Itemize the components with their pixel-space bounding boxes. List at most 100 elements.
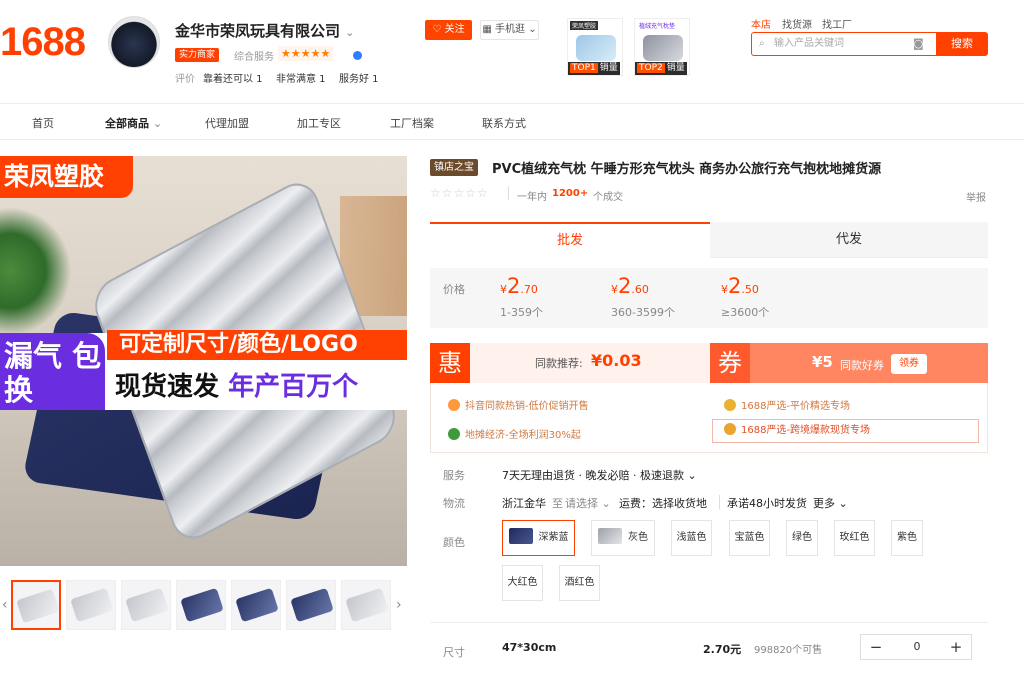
- price-tier: ¥2.50: [721, 274, 759, 298]
- logistics-to: 至: [552, 497, 563, 510]
- nav-contact[interactable]: 联系方式: [482, 115, 526, 131]
- store-name[interactable]: 金华市荣凤玩具有限公司 ⌄: [175, 20, 354, 41]
- chevron-down-icon[interactable]: ⌄: [345, 26, 354, 39]
- eval-tag: 靠着还可以 1: [203, 74, 263, 85]
- store-avatar[interactable]: [108, 16, 160, 68]
- freight-text: 运费：选择收货地: [619, 497, 707, 510]
- fast-ship-text: 现货速发 年产百万个: [115, 372, 359, 402]
- bear-icon: [724, 423, 736, 435]
- nav-find-factory[interactable]: 找工厂: [822, 16, 852, 31]
- top-label: TOP1 销量: [568, 62, 620, 75]
- similar-label: 同款推荐:: [535, 357, 583, 370]
- tab-dropship[interactable]: 代发: [710, 222, 988, 258]
- nav-factory-profile[interactable]: 工厂档案: [390, 115, 434, 131]
- info-icon[interactable]: [353, 51, 362, 60]
- coupon-icon: 券: [710, 343, 750, 383]
- color-swatch: [508, 528, 533, 544]
- search-button[interactable]: 搜索: [936, 32, 988, 56]
- product-tag: 镇店之宝: [430, 159, 478, 176]
- color-option[interactable]: 大红色: [502, 565, 543, 601]
- strength-badge: 实力商家: [175, 48, 220, 62]
- top-label: TOP2 销量: [635, 62, 687, 75]
- custom-banner: 可定制尺寸/颜色/LOGO: [107, 330, 407, 360]
- nav-processing[interactable]: 加工专区: [297, 115, 341, 131]
- size-value: 47*30cm: [502, 641, 557, 654]
- gallery-thumb[interactable]: [66, 580, 116, 630]
- promo-link[interactable]: 抖音同款热销-低价促销开售: [448, 397, 589, 412]
- follow-button[interactable]: ♡ 关注: [425, 20, 472, 40]
- deal-unit: 个成交: [593, 192, 623, 203]
- nav-home[interactable]: 首页: [32, 115, 54, 131]
- top-product-2[interactable]: 植绒充气枕垫 TOP2 销量: [634, 18, 690, 76]
- search-input[interactable]: 输入产品关键词: [751, 32, 937, 56]
- tab-wholesale[interactable]: 批发: [430, 222, 710, 258]
- promo-link[interactable]: 1688严选-平价精选专场: [724, 397, 850, 412]
- gallery-thumb[interactable]: [11, 580, 61, 630]
- report-link[interactable]: 举报: [966, 189, 986, 204]
- color-option[interactable]: 绿色: [786, 520, 818, 556]
- similar-price: ¥0.03: [591, 351, 642, 370]
- search-icon: ⌕: [759, 38, 765, 49]
- eval-label: 评价: [175, 74, 195, 85]
- quantity-stepper: − 0 +: [860, 634, 972, 660]
- price-range: 1-359个: [500, 306, 543, 319]
- promo-link[interactable]: 地摊经济-全场利润30%起: [448, 426, 581, 441]
- site-logo[interactable]: 1688: [0, 20, 86, 65]
- price-tier: ¥2.70: [500, 274, 538, 298]
- camera-icon[interactable]: ◙: [913, 37, 924, 50]
- gallery-thumb[interactable]: [231, 580, 281, 630]
- coupon-label: 同款好券: [840, 359, 884, 372]
- nav-all-products[interactable]: 全部商品 ⌄: [105, 115, 162, 131]
- color-option[interactable]: 酒红色: [559, 565, 600, 601]
- thumb-tag: 荣凤塑胶: [570, 21, 599, 30]
- color-option[interactable]: 玫红色: [834, 520, 875, 556]
- service-text[interactable]: 7天无理由退货 · 晚发必赔 · 极速退款 ⌄: [502, 467, 697, 483]
- mobile-button[interactable]: ▦ 手机逛 ⌄: [480, 20, 539, 40]
- color-option[interactable]: 浅蓝色: [671, 520, 712, 556]
- qr-icon: ▦: [482, 24, 492, 35]
- price-range: ≥3600个: [721, 306, 770, 319]
- divider: [0, 103, 1024, 104]
- gallery-thumb[interactable]: [286, 580, 336, 630]
- gallery-thumb[interactable]: [176, 580, 226, 630]
- ship-promise: 承诺48小时发货: [727, 497, 807, 510]
- color-option[interactable]: 灰色: [591, 520, 655, 556]
- gallery-thumb[interactable]: [341, 580, 391, 630]
- logistics-label: 物流: [443, 497, 465, 510]
- service-label: 综合服务: [234, 52, 274, 63]
- destination-select[interactable]: 请选择 ⌄: [565, 495, 611, 511]
- promo-link[interactable]: 1688严选-跨境爆款现货专场: [712, 419, 979, 443]
- color-label: 颜色: [443, 536, 465, 549]
- thumb-next-icon[interactable]: ›: [396, 597, 402, 613]
- increment-button[interactable]: +: [941, 635, 971, 659]
- top-product-1[interactable]: 荣凤塑胶 TOP1 销量: [567, 18, 623, 76]
- more-link[interactable]: 更多 ⌄: [813, 495, 848, 511]
- rating-stars: ☆☆☆☆☆: [430, 186, 489, 200]
- logistics-origin: 浙江金华: [502, 497, 546, 510]
- flower-icon: [724, 399, 736, 411]
- sun-icon: [448, 399, 460, 411]
- nav-this-store[interactable]: 本店: [751, 16, 771, 31]
- color-swatch: [598, 528, 622, 544]
- nav-agency[interactable]: 代理加盟: [205, 115, 249, 131]
- deal-period: 一年内: [517, 192, 547, 203]
- thumb-tag: 植绒充气枕垫: [637, 21, 678, 30]
- color-option[interactable]: 紫色: [891, 520, 923, 556]
- color-option[interactable]: 宝蓝色: [729, 520, 770, 556]
- claim-coupon-button[interactable]: 领券: [891, 354, 927, 374]
- price-label: 价格: [443, 283, 465, 296]
- nav-find-source[interactable]: 找货源: [782, 16, 812, 31]
- leak-replace-badge: 漏气 包换: [0, 333, 105, 410]
- tree-icon: [448, 428, 460, 440]
- product-thumb-image: [576, 35, 616, 61]
- quantity-input[interactable]: 0: [891, 635, 943, 659]
- decrement-button[interactable]: −: [861, 635, 891, 659]
- thumb-prev-icon[interactable]: ‹: [2, 597, 8, 613]
- color-option[interactable]: 深紫蓝: [502, 520, 575, 556]
- divider: [508, 186, 509, 200]
- gallery-thumb[interactable]: [121, 580, 171, 630]
- service-stars: ★★★★★: [278, 46, 334, 61]
- brand-banner: 荣凤塑胶: [0, 156, 133, 198]
- service-label: 服务: [443, 469, 465, 482]
- divider: [0, 139, 1024, 140]
